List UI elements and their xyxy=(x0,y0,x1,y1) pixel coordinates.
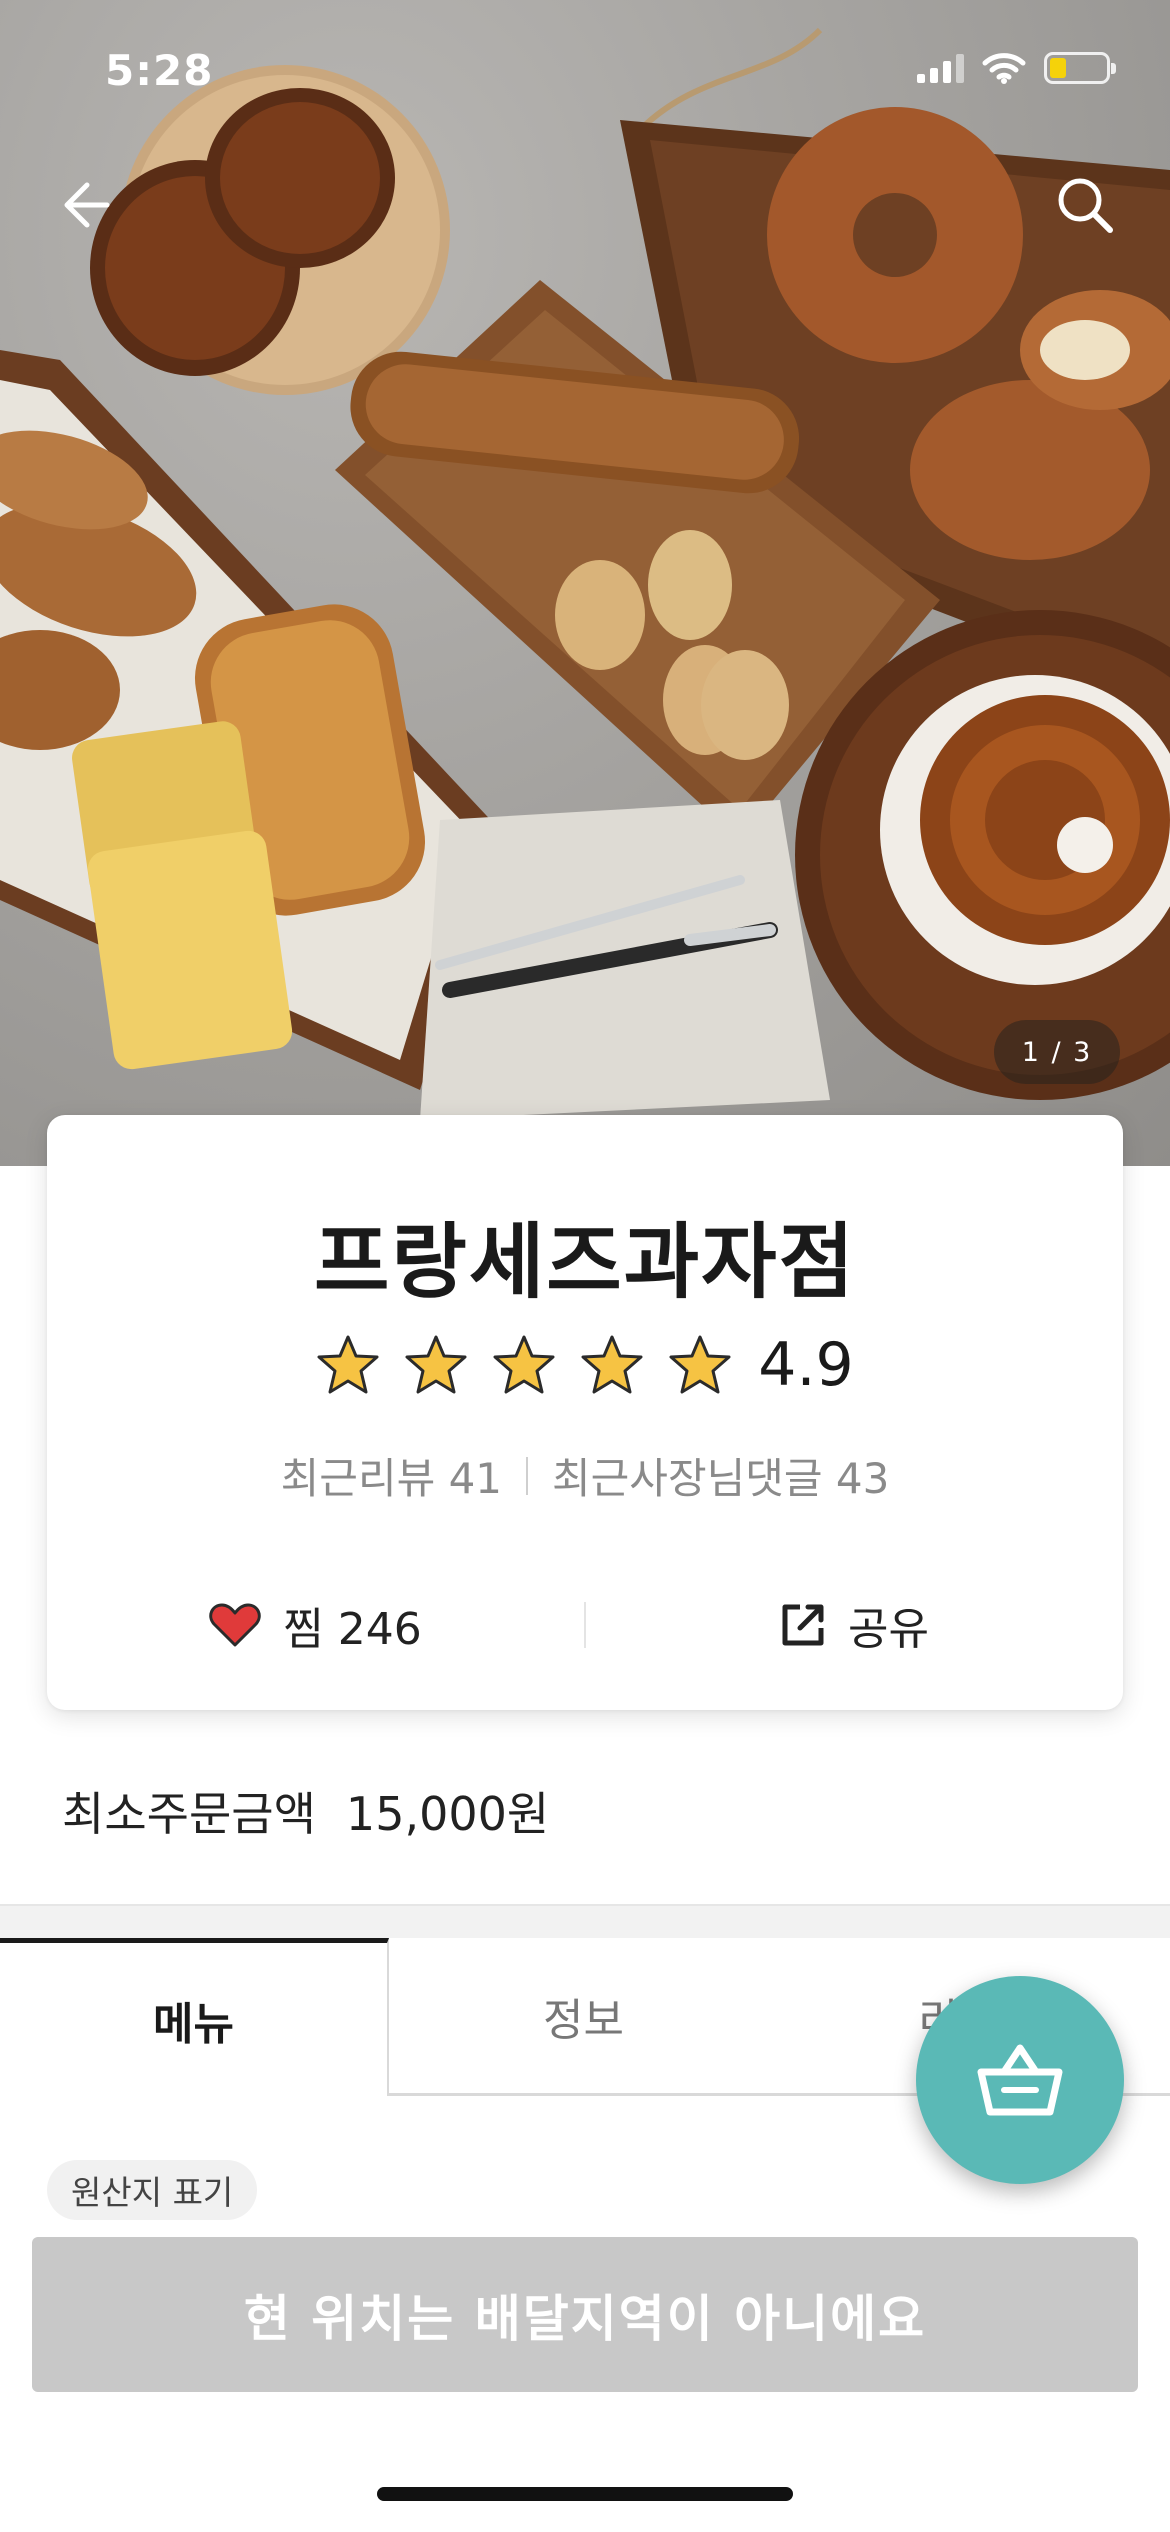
star-icon xyxy=(581,1335,643,1394)
image-page-counter: 1 / 3 xyxy=(994,1020,1120,1084)
share-label: 공유 xyxy=(848,1604,929,1655)
recent-owner-comments-link[interactable]: 최근사장님댓글 43 xyxy=(552,1445,889,1506)
status-time: 5:28 xyxy=(105,46,214,95)
rating-row: 4.9 xyxy=(47,1330,1123,1400)
status-bar: 5:28 xyxy=(0,0,1170,140)
star-icon xyxy=(405,1335,467,1394)
tab-label: 메뉴 xyxy=(153,1998,234,2050)
star-rating xyxy=(316,1334,732,1396)
min-order-value: 15,000원 xyxy=(345,1787,550,1841)
min-order-row: 최소주문금액 15,000원 xyxy=(62,1778,549,1844)
share-icon xyxy=(782,1604,824,1646)
battery-icon xyxy=(1044,52,1116,84)
tab-info[interactable]: 정보 xyxy=(389,1938,778,2096)
store-info-card: 프랑세즈과자점 4.9 최근리뷰 41 최근사장님댓글 43 찜 246 공유 xyxy=(47,1115,1123,1710)
bakery-photo xyxy=(0,27,1170,1120)
section-divider xyxy=(0,1904,1170,1938)
tab-menu[interactable]: 메뉴 xyxy=(0,1938,389,2096)
review-stats: 최근리뷰 41 최근사장님댓글 43 xyxy=(47,1445,1123,1506)
action-row: 찜 246 공유 xyxy=(47,1570,1123,1680)
cellular-signal-icon xyxy=(917,53,964,83)
rating-value: 4.9 xyxy=(758,1330,854,1400)
cart-basket-icon xyxy=(977,2044,1063,2116)
delivery-unavailable-banner: 현 위치는 배달지역이 아니에요 xyxy=(32,2237,1138,2392)
home-indicator[interactable] xyxy=(377,2487,793,2501)
divider xyxy=(526,1456,529,1495)
like-label: 찜 246 xyxy=(283,1604,422,1655)
origin-label-chip[interactable]: 원산지 표기 xyxy=(47,2160,258,2220)
star-icon xyxy=(493,1335,555,1394)
status-icons xyxy=(917,52,1116,84)
hero-image-carousel[interactable]: 5:28 1 / 3 xyxy=(0,0,1170,1166)
wifi-icon xyxy=(982,53,1026,84)
search-button[interactable] xyxy=(1040,160,1130,250)
star-icon xyxy=(669,1335,731,1394)
share-button[interactable]: 공유 xyxy=(586,1593,1123,1657)
min-order-label: 최소주문금액 xyxy=(62,1787,316,1841)
recent-reviews-link[interactable]: 최근리뷰 41 xyxy=(281,1445,502,1506)
cart-button[interactable] xyxy=(916,1976,1124,2184)
tab-label: 정보 xyxy=(543,1994,624,2046)
store-name: 프랑세즈과자점 xyxy=(313,1215,857,1310)
back-button[interactable] xyxy=(40,160,130,250)
store-detail-screen: 5:28 1 / 3 프랑세즈과자점 4.9 최근리뷰 41 최근사장님댓글 4… xyxy=(0,0,1170,2532)
search-icon xyxy=(1058,178,1113,233)
back-arrow-icon xyxy=(64,182,110,228)
heart-icon xyxy=(209,1603,261,1647)
star-icon xyxy=(317,1335,379,1394)
like-button[interactable]: 찜 246 xyxy=(47,1593,584,1657)
